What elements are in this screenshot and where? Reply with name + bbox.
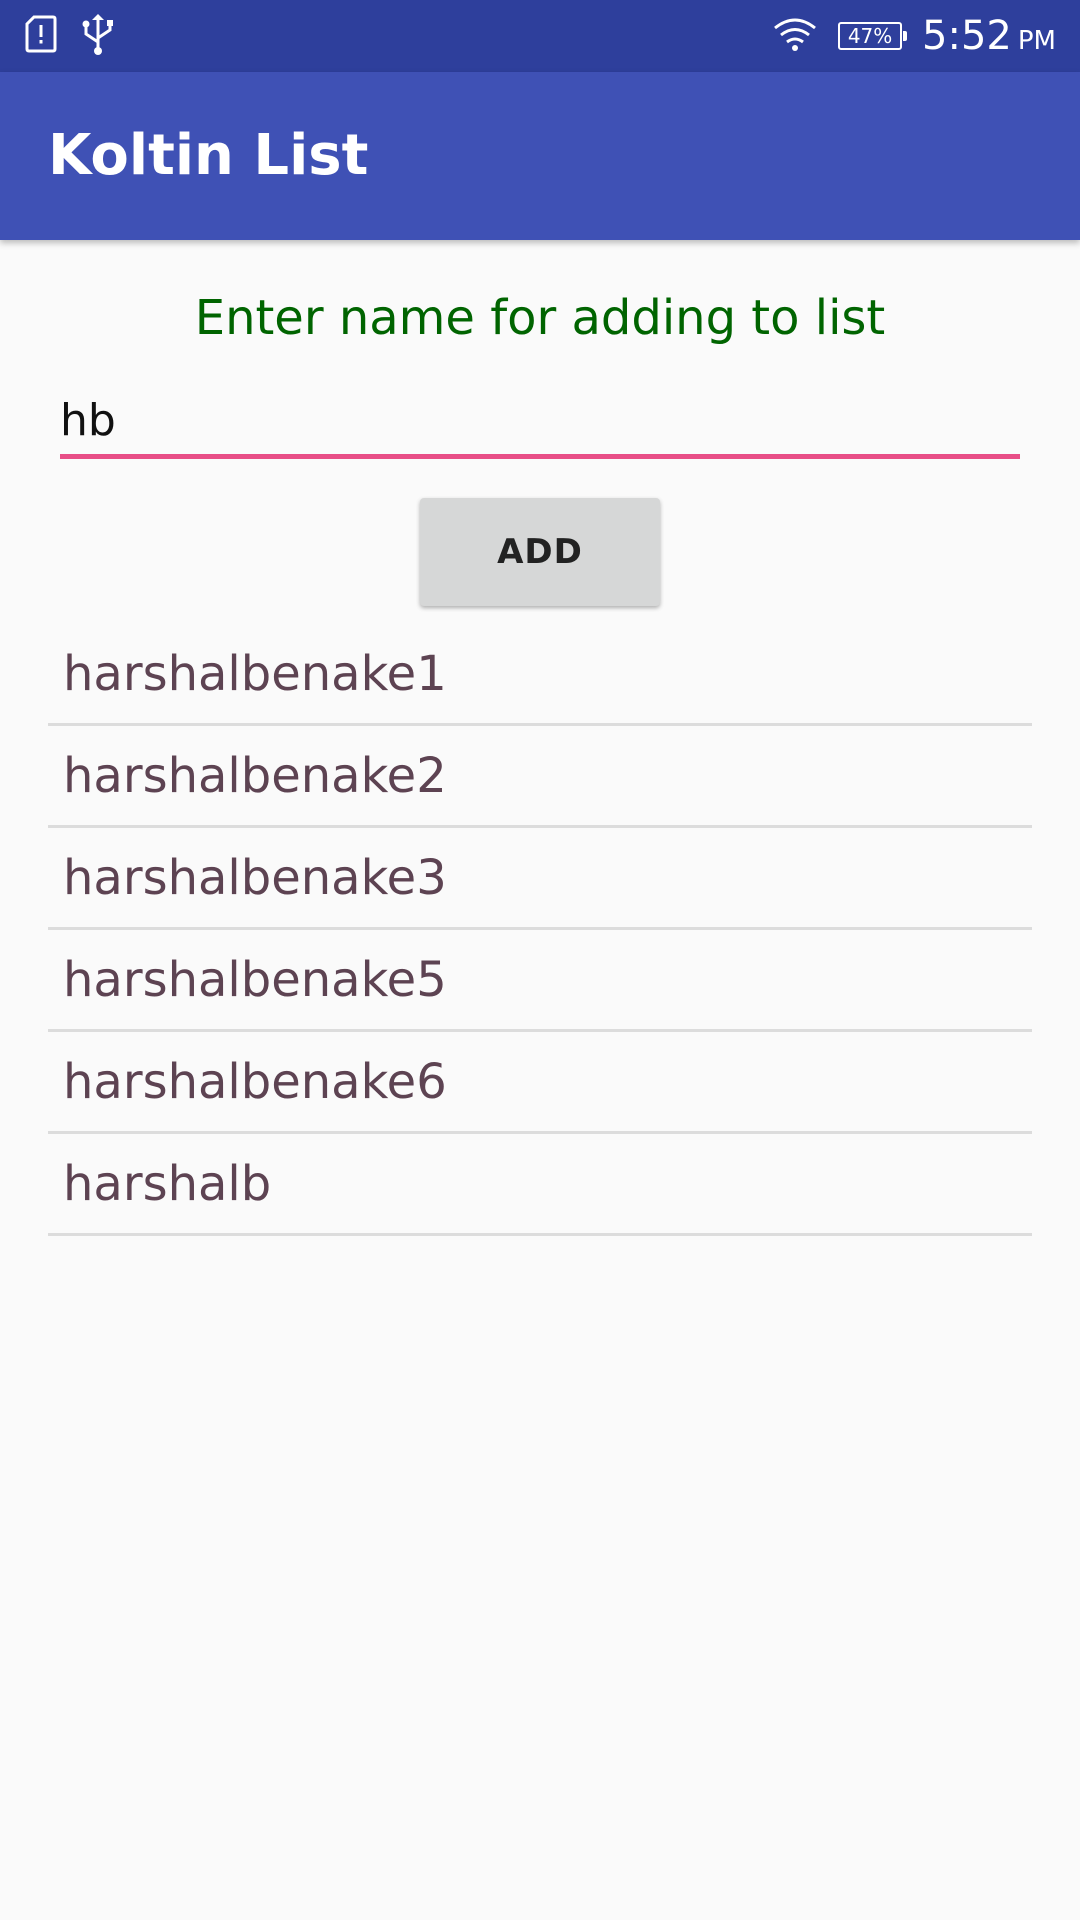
app-title: Koltin List [48, 123, 369, 188]
status-bar-right: 47% 5:52 PM [772, 0, 1056, 72]
screen: 47% 5:52 PM Koltin List Enter name for a… [0, 0, 1080, 1920]
clock-ampm: PM [1017, 26, 1056, 56]
name-input-field [60, 386, 1020, 459]
prompt-label: Enter name for adding to list [194, 290, 886, 346]
clock: 5:52 PM [922, 13, 1056, 59]
list-item[interactable]: harshalbenake5 [48, 930, 1032, 1032]
list-item[interactable]: harshalbenake1 [48, 624, 1032, 726]
list-item[interactable]: harshalbenake3 [48, 828, 1032, 930]
battery-percent: 47% [847, 24, 893, 48]
name-input-underline [60, 454, 1020, 459]
add-button[interactable]: ADD [420, 498, 660, 606]
clock-time: 5:52 [922, 13, 1012, 59]
list-item[interactable]: harshalb [48, 1134, 1032, 1236]
sd-card-alert-icon [24, 14, 58, 59]
usb-icon [78, 12, 118, 61]
battery-indicator: 47% [838, 22, 908, 50]
list-item[interactable]: harshalbenake6 [48, 1032, 1032, 1134]
app-bar: Koltin List [0, 72, 1080, 240]
wifi-icon [772, 16, 818, 57]
status-bar-left [24, 12, 118, 61]
name-input[interactable] [60, 386, 1020, 454]
status-bar: 47% 5:52 PM [0, 0, 1080, 72]
list-item[interactable]: harshalbenake2 [48, 726, 1032, 828]
names-list: harshalbenake1 harshalbenake2 harshalben… [48, 624, 1032, 1236]
